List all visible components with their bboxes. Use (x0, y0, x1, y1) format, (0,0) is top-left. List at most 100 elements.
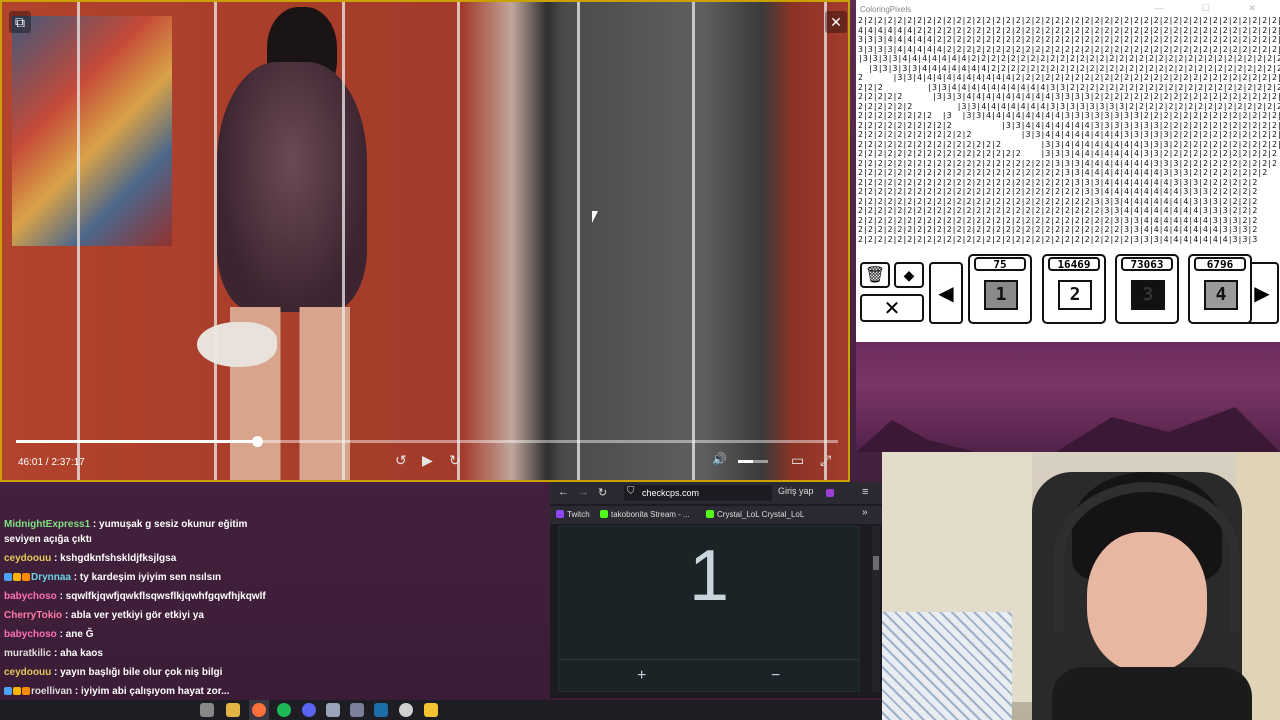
bookmark-favicon-icon (706, 510, 714, 518)
webcam-headphones (1054, 482, 1240, 632)
chat-text: : sqwlfkjqwfjqwkflsqwsflkjqwhfgqwfhjkqwl… (56, 591, 266, 602)
chat-username[interactable]: Drynnaa (31, 572, 71, 583)
play-icon[interactable]: ▶ (422, 452, 433, 469)
palette-color-4[interactable]: 6796 4 (1188, 254, 1252, 324)
chat-badge-icon (13, 573, 21, 582)
discord-icon[interactable] (302, 703, 316, 717)
stream-chat: MidnightExpress1 : yumuşak g sesiz okunu… (0, 512, 548, 716)
palette-remaining-count: 73063 (1121, 257, 1173, 271)
browser-window[interactable]: ← → ↻ ⛉ checkcps.com Giriş yap ≡ » Twitc… (550, 482, 882, 698)
webcam-streamer-shirt (1052, 667, 1252, 720)
game-window-title: ColoringPixels (860, 5, 912, 14)
bookmark-item[interactable]: Crystal_LoL Crystal_LoL (706, 510, 804, 519)
palette-color-3[interactable]: 73063 3 (1115, 254, 1179, 324)
chat-username[interactable]: babychoso (4, 629, 57, 640)
rewind-10-icon[interactable]: ↺ (395, 452, 407, 469)
x-icon[interactable]: ✕ (860, 294, 924, 322)
back-icon[interactable]: ← (558, 486, 569, 498)
webcam-feed (882, 452, 1280, 720)
chat-username[interactable]: CherryTokio (4, 610, 62, 621)
pip-time-label: 46:01 / 2:37:17 (18, 457, 85, 468)
spotify-icon[interactable] (277, 703, 291, 717)
coloring-pixels-window[interactable]: ColoringPixels — ☐ ✕ 2|2|2|2|2|2|2|2|2|2… (856, 0, 1280, 342)
pip-progress-handle[interactable] (251, 436, 263, 447)
video-rope (692, 2, 695, 480)
extension-icon[interactable] (826, 489, 834, 497)
pixel-grid-row[interactable]: 2|2|2|2|2|2|2|2|2|2|2|2|2|2|2|2|2|2|2|2|… (858, 234, 1280, 245)
video-handbag (197, 322, 277, 367)
video-rope (77, 2, 80, 480)
click-counter-panel: 1 + − (558, 526, 860, 692)
chat-badge-icon (22, 687, 30, 696)
palette-swatch[interactable]: 3 (1131, 280, 1165, 310)
chat-message: ceydoouu : yayın başlığı bile olur çok n… (4, 667, 222, 678)
pip-video-player[interactable]: ⧉ ✕ 46:01 / 2:37:17 ↺ ▶ ↻ 🔊 ▭ ⤢ (0, 0, 850, 482)
video-rope (457, 2, 460, 480)
browser-scrollbar[interactable] (872, 526, 880, 692)
eraser-icon[interactable]: ◆ (894, 262, 924, 288)
game-window-buttons[interactable]: — ☐ ✕ (1154, 3, 1274, 14)
close-icon[interactable]: ✕ (825, 11, 847, 33)
file-explorer-icon[interactable] (226, 703, 240, 717)
palette-color-1[interactable]: 75 1 (968, 254, 1032, 324)
task-view-icon[interactable] (200, 703, 214, 717)
url-bar[interactable]: ⛉ checkcps.com (624, 485, 772, 501)
chat-text: : kshgdknfshskldjfksjlgsa (51, 553, 177, 564)
chat-username[interactable]: ceydoouu (4, 667, 51, 678)
pip-progress-fill (16, 440, 257, 443)
login-button[interactable]: Giriş yap (778, 486, 814, 496)
subtitles-icon[interactable]: ▭ (791, 452, 804, 469)
fullscreen-icon[interactable]: ⤢ (820, 452, 831, 469)
more-bookmarks-icon[interactable]: » (862, 507, 868, 518)
chat-text: : abla ver yetkiyi gör etkiyi ya (62, 610, 204, 621)
bookmark-favicon-icon (600, 510, 608, 518)
forward-10-icon[interactable]: ↻ (449, 452, 461, 469)
video-rope (342, 2, 345, 480)
palette-swatch[interactable]: 1 (984, 280, 1018, 310)
notes-icon[interactable] (424, 703, 438, 717)
video-rope (214, 2, 217, 480)
volume-icon[interactable]: 🔊 (712, 452, 727, 466)
scrollbar-thumb[interactable] (873, 556, 879, 570)
url-text[interactable]: checkcps.com (642, 488, 699, 498)
obs-icon[interactable] (399, 703, 413, 717)
bookmark-item[interactable]: Twitch (556, 510, 590, 519)
click-count: 1 (688, 536, 730, 616)
screenshot-icon[interactable]: ⧉ (9, 11, 31, 33)
reload-icon[interactable]: ↻ (598, 486, 607, 499)
shield-icon[interactable]: ⛉ (627, 486, 635, 497)
pip-progress-bar[interactable] (16, 436, 838, 447)
increment-button[interactable]: + (637, 667, 646, 685)
chat-username[interactable]: roellivan (31, 686, 72, 697)
firefox-icon[interactable] (252, 703, 266, 717)
palette-color-2[interactable]: 16469 2 (1042, 254, 1106, 324)
chat-text: : iyiyim abi çalışıyom hayat zor... (72, 686, 230, 697)
steam-icon[interactable] (374, 703, 388, 717)
bookmark-label: Crystal_LoL Crystal_LoL (717, 510, 805, 519)
forward-icon[interactable]: → (578, 486, 589, 498)
palette-swatch[interactable]: 2 (1058, 280, 1092, 310)
chat-message: MidnightExpress1 : yumuşak g sesiz okunu… (4, 519, 247, 530)
video-background-painting (12, 16, 172, 246)
chat-message: Drynnaa : ty kardeşim iyiyim sen nsılsın (4, 572, 221, 583)
bookmark-item[interactable]: takobonita Stream - ... (600, 510, 690, 519)
chat-message: babychoso : ane Ğ (4, 629, 93, 640)
background-mountains (856, 342, 1280, 452)
arrow-left-icon[interactable]: ◀ (929, 262, 963, 324)
chat-username[interactable]: ceydoouu (4, 553, 51, 564)
video-rope (577, 2, 580, 480)
palette-swatch[interactable]: 4 (1204, 280, 1238, 310)
menu-icon[interactable]: ≡ (862, 486, 868, 498)
chat-username[interactable]: babychoso (4, 591, 57, 602)
trash-icon[interactable]: 🗑 (860, 262, 890, 288)
browser-toolbar: ← → ↻ ⛉ checkcps.com Giriş yap ≡ (550, 482, 882, 504)
shield-app-icon[interactable] (350, 703, 364, 717)
chat-username[interactable]: muratkilic (4, 648, 51, 659)
pixel-grid[interactable]: 2|2|2|2|2|2|2|2|2|2|2|2|2|2|2|2|2|2|2|2|… (858, 16, 1280, 252)
decrement-button[interactable]: − (771, 667, 780, 685)
volume-slider[interactable] (738, 460, 768, 463)
taskbar (0, 700, 882, 720)
chat-username[interactable]: MidnightExpress1 (4, 519, 90, 530)
app-icon[interactable] (326, 703, 340, 717)
bookmark-favicon-icon (556, 510, 564, 518)
